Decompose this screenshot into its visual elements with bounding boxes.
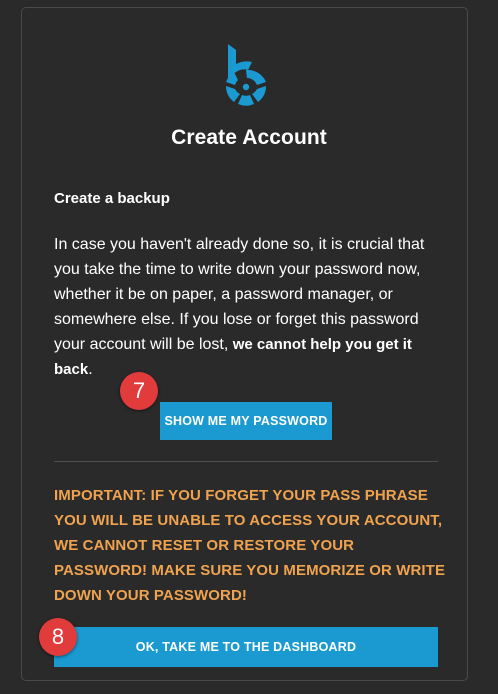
backup-instructions: In case you haven't already done so, it …	[54, 232, 446, 382]
step-badge-7: 7	[120, 372, 158, 410]
backup-instructions-end: .	[88, 361, 93, 378]
section-subtitle: Create a backup	[54, 190, 170, 207]
brand-logo-icon	[226, 44, 266, 106]
warning-message: IMPORTANT: IF YOU FORGET YOUR PASS PHRAS…	[54, 487, 446, 604]
go-to-dashboard-button[interactable]: OK, TAKE ME TO THE DASHBOARD	[54, 627, 438, 667]
step-badge-8: 8	[39, 618, 77, 656]
page-title: Create Account	[171, 126, 327, 149]
show-password-button[interactable]: SHOW ME MY PASSWORD	[160, 402, 332, 440]
divider	[54, 461, 438, 462]
